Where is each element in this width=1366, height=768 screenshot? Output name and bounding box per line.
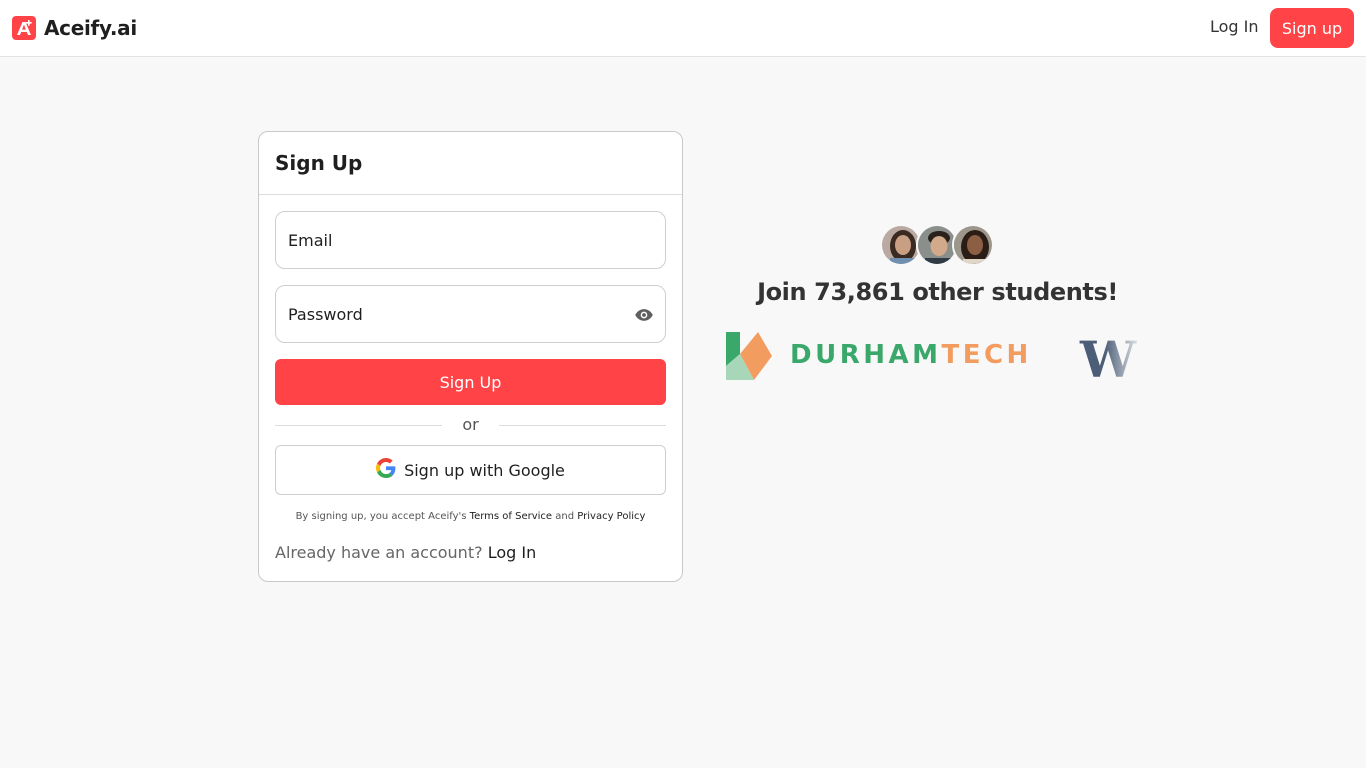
header-login-link[interactable]: Log In [1210, 17, 1259, 36]
brand-logo[interactable]: Aceify.ai [12, 16, 137, 40]
card-login-link[interactable]: Log In [488, 543, 537, 562]
or-divider: or [275, 414, 666, 436]
signup-card: Sign Up Sign Up or Sign up wit [258, 131, 683, 582]
logo-fade-overlay [1104, 330, 1144, 382]
privacy-policy-link[interactable]: Privacy Policy [577, 511, 645, 522]
password-field-wrapper [275, 285, 666, 343]
terms-notice: By signing up, you accept Aceify's Terms… [275, 511, 666, 522]
password-input[interactable] [288, 304, 653, 324]
student-avatars [880, 224, 996, 268]
signup-submit-button[interactable]: Sign Up [275, 359, 666, 405]
eye-icon[interactable] [634, 305, 654, 329]
terms-of-service-link[interactable]: Terms of Service [470, 511, 552, 522]
terms-and: and [555, 511, 575, 522]
school-logos: DURHAMTECH W [724, 330, 1144, 382]
top-nav: Aceify.ai Log In Sign up [0, 0, 1366, 57]
durham-tech-logo-mark [724, 330, 774, 382]
email-input[interactable] [288, 230, 653, 250]
terms-prefix: By signing up, you accept Aceify's [295, 511, 467, 522]
durham-tech-logo-text: DURHAMTECH [790, 340, 1032, 370]
header-signup-button[interactable]: Sign up [1270, 8, 1354, 48]
avatar [952, 224, 994, 266]
card-title: Sign Up [275, 151, 363, 175]
google-icon [376, 458, 396, 482]
google-signup-button[interactable]: Sign up with Google [275, 445, 666, 495]
google-button-label: Sign up with Google [404, 460, 565, 480]
login-prompt-text: Already have an account? [275, 543, 483, 562]
join-headline: Join 73,861 other students! [757, 278, 1118, 306]
login-prompt: Already have an account? Log In [275, 543, 536, 562]
a-plus-icon [12, 16, 36, 40]
brand-name: Aceify.ai [44, 16, 137, 40]
card-header: Sign Up [259, 132, 682, 195]
email-field-wrapper [275, 211, 666, 269]
divider-line-right [499, 425, 666, 426]
